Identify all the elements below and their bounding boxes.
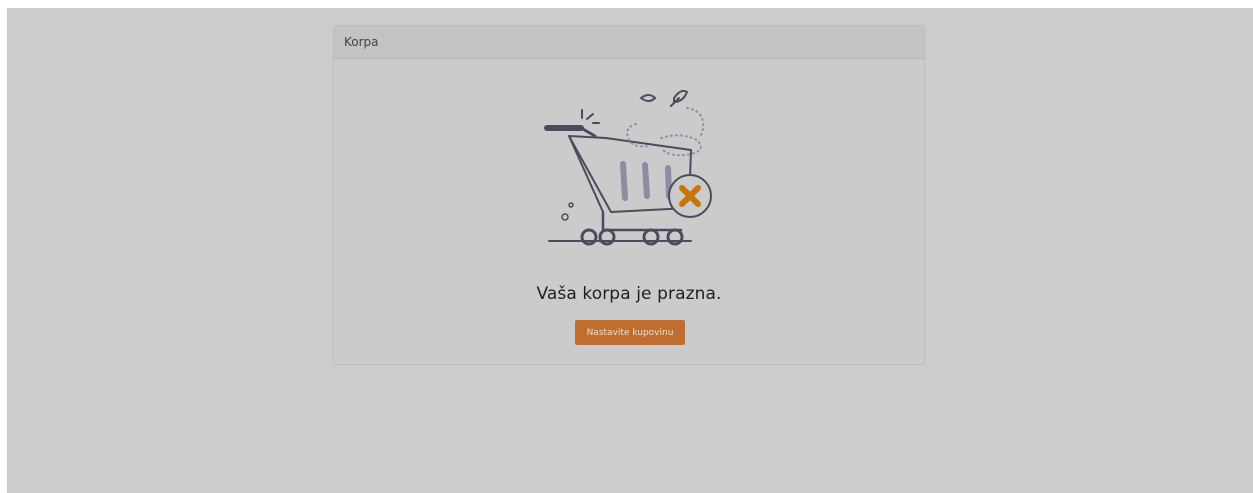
card-header: Korpa: [334, 26, 924, 59]
empty-cart-icon: [544, 89, 712, 246]
continue-shopping-button[interactable]: Nastavite kupovinu: [575, 320, 685, 345]
empty-cart-message: Vaša korpa je prazna.: [536, 284, 722, 304]
card-title: Korpa: [344, 35, 379, 49]
page-overlay: Korpa Vaša korpa je prazna. Nastavite ku…: [7, 8, 1253, 493]
cart-card: Korpa Vaša korpa je prazna. Nastavite ku…: [333, 25, 925, 365]
